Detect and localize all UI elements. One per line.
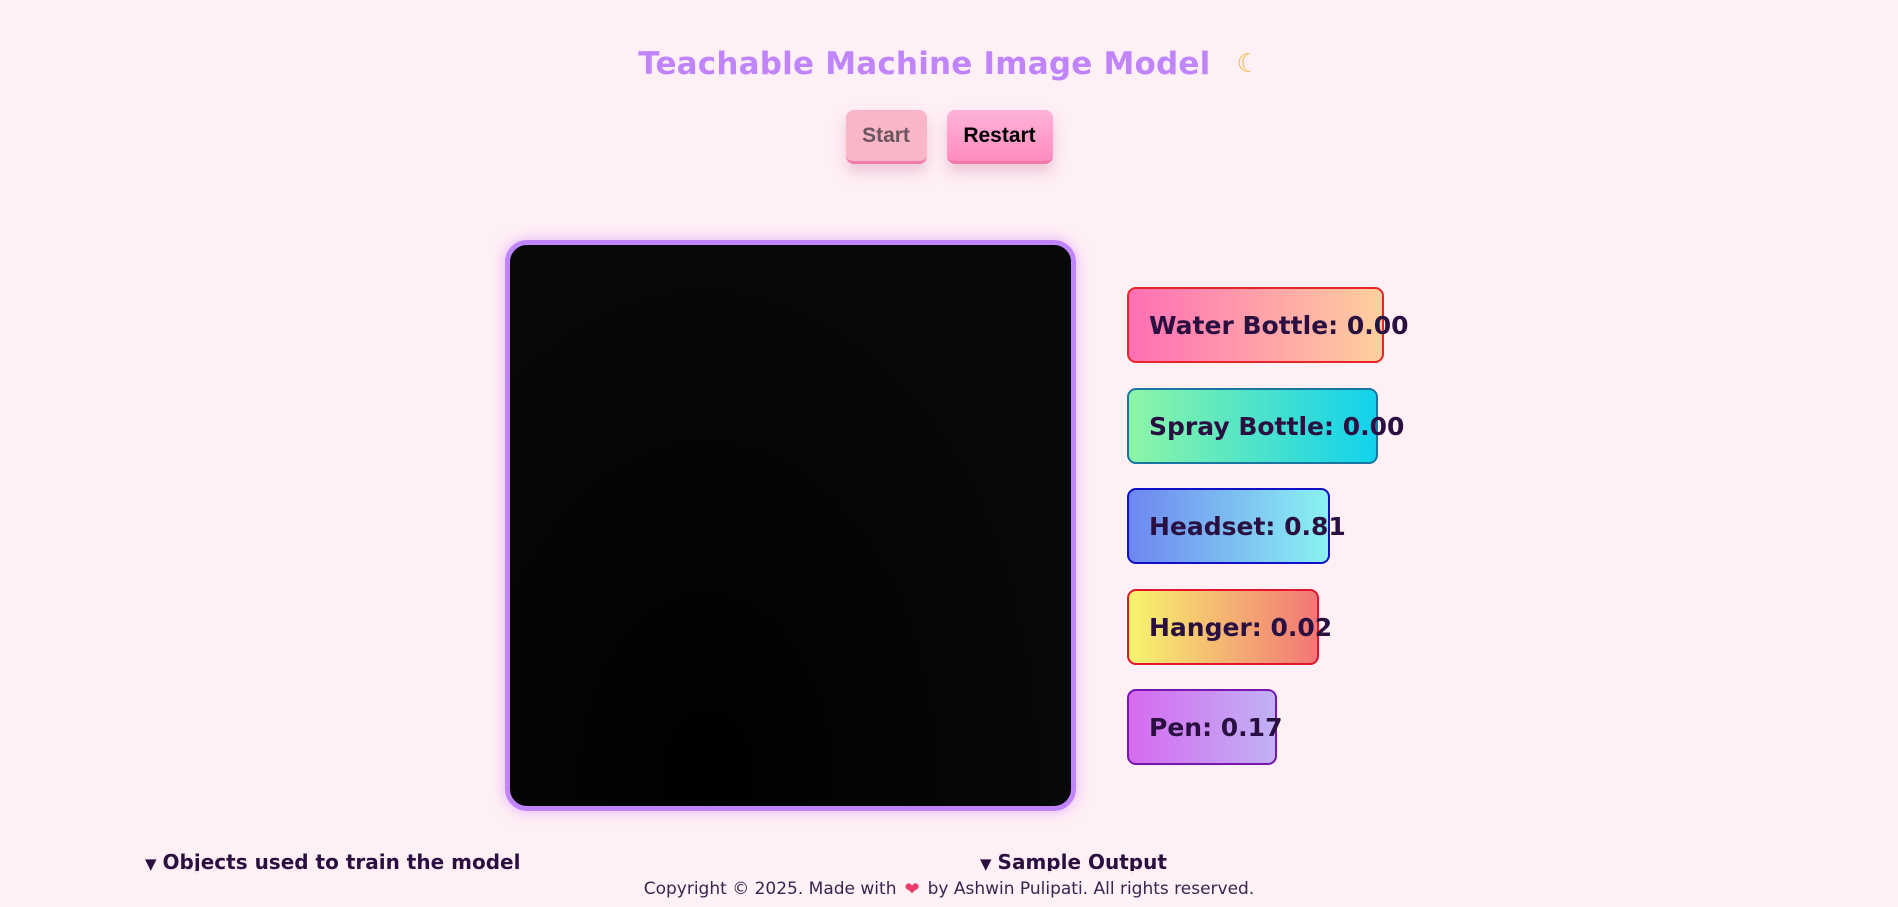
restart-button[interactable]: Restart [946, 110, 1053, 164]
app-page: Teachable Machine Image Model ☾ Start Re… [0, 0, 1898, 907]
start-button[interactable]: Start [845, 110, 927, 164]
prediction-pen: Pen: 0.17 [1127, 689, 1282, 765]
footer-prefix: Copyright © 2025. Made with [643, 879, 897, 899]
control-buttons: Start Restart [0, 110, 1898, 164]
prediction-water-bottle: Water Bottle: 0.00 [1127, 287, 1409, 363]
footer: Copyright © 2025. Made with ❤ by Ashwin … [0, 871, 1898, 907]
prediction-spray-bottle: Spray Bottle: 0.00 [1127, 388, 1404, 464]
heart-icon: ❤ [904, 878, 920, 900]
prediction-headset: Headset: 0.81 [1127, 488, 1346, 564]
prediction-hanger: Hanger: 0.02 [1127, 589, 1332, 665]
moon-icon[interactable]: ☾ [1236, 51, 1259, 77]
webcam-canvas [505, 240, 1076, 811]
footer-suffix: by Ashwin Pulipati. All rights reserved. [927, 879, 1255, 899]
header: Teachable Machine Image Model ☾ [0, 46, 1898, 82]
page-title: Teachable Machine Image Model [638, 46, 1211, 82]
